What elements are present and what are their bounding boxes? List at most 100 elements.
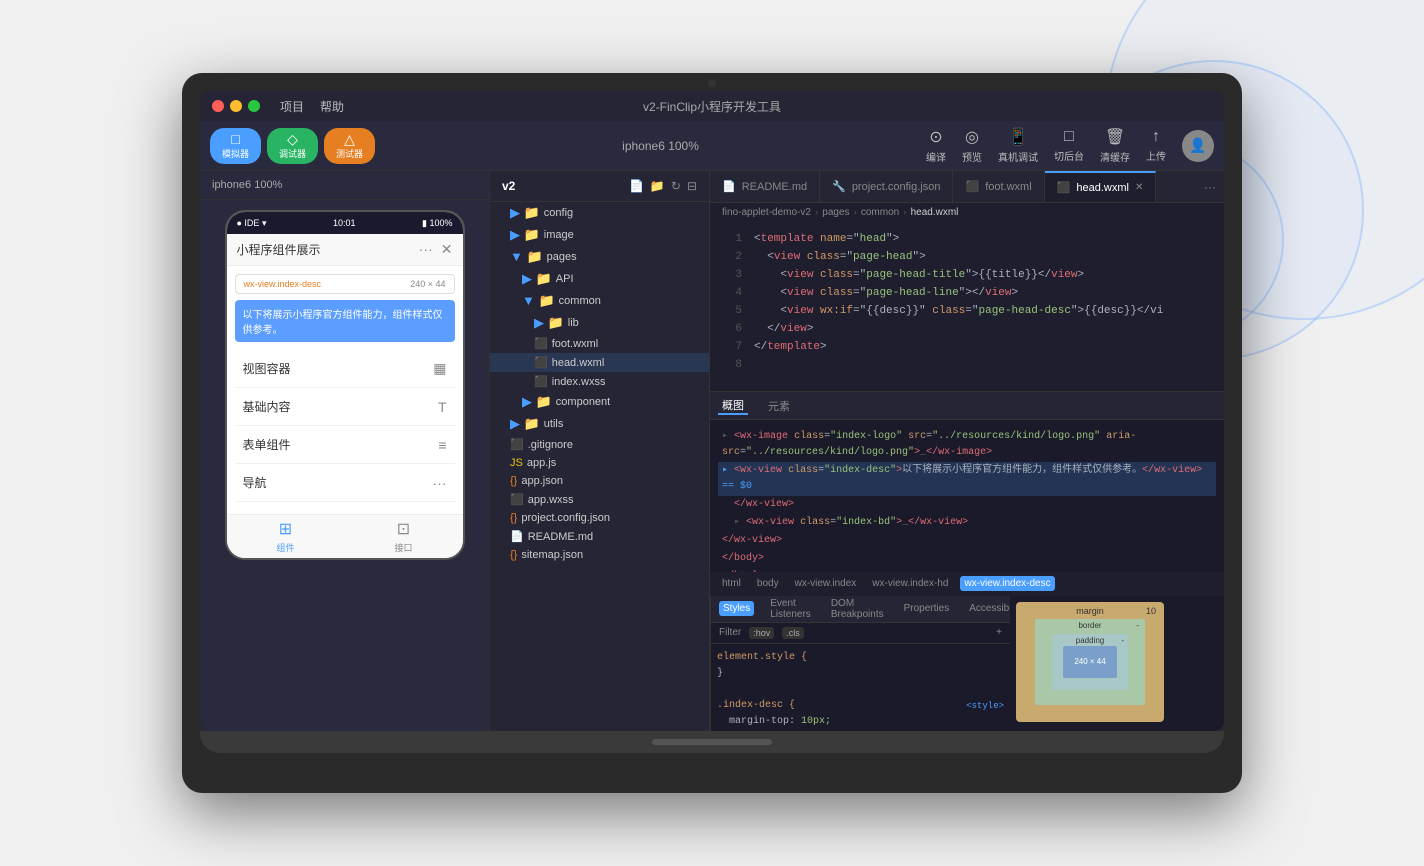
- path-wx-view-index[interactable]: wx-view.index: [791, 576, 861, 591]
- html-tree[interactable]: ▸ <wx-image class="index-logo" src="../r…: [710, 420, 1224, 572]
- action-upload[interactable]: ↑ 上传: [1146, 128, 1166, 163]
- devtools-panel: 概图 元素 ▸ <wx-image class="index-logo" src…: [710, 391, 1224, 731]
- upload-icon: ↑: [1152, 128, 1160, 146]
- code-line-5: 5 <view wx:if="{{desc}}" class="page-hea…: [710, 302, 1224, 320]
- user-avatar[interactable]: 👤: [1182, 130, 1214, 162]
- menu-item-basic-label: 基础内容: [243, 398, 291, 415]
- filter-badge-hov[interactable]: :hov: [749, 627, 774, 639]
- new-folder-icon[interactable]: 📁: [650, 179, 665, 193]
- clear-cache-icon: 🗑: [1105, 127, 1125, 147]
- tab-head-close[interactable]: ✕: [1135, 182, 1143, 193]
- test-button[interactable]: △ 测试器: [324, 128, 375, 164]
- rule-source-link[interactable]: <style>: [966, 698, 1004, 714]
- phone-close-btn[interactable]: ✕: [441, 241, 453, 258]
- breadcrumb-current: head.wxml: [911, 207, 959, 218]
- tree-item-config[interactable]: ▶ 📁 config: [490, 202, 709, 224]
- menu-item-form[interactable]: 表单组件 ≡: [235, 426, 455, 464]
- sp-tab-properties[interactable]: Properties: [900, 601, 954, 616]
- sp-tab-styles[interactable]: Styles: [719, 601, 754, 616]
- folder-icon: ▼ 📁: [510, 249, 543, 265]
- tree-item-sitemap[interactable]: {} sitemap.json: [490, 546, 709, 564]
- code-editor[interactable]: 1 <template name="head"> 2 <view class="…: [710, 222, 1224, 391]
- breadcrumb-common[interactable]: common: [861, 207, 899, 218]
- simulate-button[interactable]: □ 模拟器: [210, 128, 261, 164]
- code-content: <view class="page-head">: [754, 248, 1216, 266]
- maximize-button[interactable]: [248, 100, 260, 112]
- menu-item-nav[interactable]: 导航 ···: [235, 464, 455, 502]
- path-html[interactable]: html: [718, 576, 745, 591]
- tree-item-gitignore[interactable]: ⬛ .gitignore: [490, 435, 709, 454]
- padding-label: padding: [1076, 636, 1104, 645]
- html-line: ▸ <wx-view class="index-bd">_</wx-view>: [718, 514, 1216, 532]
- debug-button[interactable]: ◇ 调试器: [267, 128, 318, 164]
- line-number: 1: [718, 230, 742, 248]
- border-value: -: [1136, 621, 1139, 630]
- tree-item-app-js[interactable]: JS app.js: [490, 454, 709, 472]
- filter-add-button[interactable]: +: [996, 627, 1002, 638]
- tree-item-app-json[interactable]: {} app.json: [490, 472, 709, 490]
- menu-item-view-icon: ▦: [433, 360, 446, 377]
- sp-tab-event-listeners[interactable]: Event Listeners: [766, 596, 815, 622]
- nav-item-components[interactable]: ⊞ 组件: [276, 519, 294, 554]
- new-file-icon[interactable]: 📄: [629, 179, 644, 193]
- menu-bar: 项目 帮助: [280, 98, 344, 115]
- tree-item-config-label: config: [544, 207, 573, 219]
- nav-api-icon: ⊡: [397, 519, 410, 539]
- minimize-button[interactable]: [230, 100, 242, 112]
- tab-foot-wxml[interactable]: ⬛ foot.wxml: [953, 171, 1044, 202]
- tree-item-index-wxss[interactable]: ⬛ index.wxss: [490, 372, 709, 391]
- selected-element-highlight: 以下将展示小程序官方组件能力，组件样式仅供参考。: [235, 300, 455, 342]
- code-line-3: 3 <view class="page-head-title">{{title}…: [710, 266, 1224, 284]
- refresh-icon[interactable]: ↻: [671, 179, 681, 193]
- sp-tab-accessibility[interactable]: Accessibility: [965, 601, 1010, 616]
- tree-item-lib[interactable]: ▶ 📁 lib: [490, 312, 709, 334]
- action-device-debug[interactable]: 📱 真机调试: [998, 127, 1038, 164]
- devtools-tab-overview[interactable]: 概图: [718, 397, 748, 415]
- path-body[interactable]: body: [753, 576, 783, 591]
- tree-item-app-wxss[interactable]: ⬛ app.wxss: [490, 490, 709, 509]
- path-wx-view-index-desc[interactable]: wx-view.index-desc: [960, 576, 1054, 591]
- tree-item-pages[interactable]: ▼ 📁 pages: [490, 246, 709, 268]
- html-line: </body>: [718, 550, 1216, 568]
- action-clear-cache[interactable]: 🗑 清缓存: [1100, 127, 1130, 164]
- more-tabs-button[interactable]: ···: [1196, 180, 1224, 194]
- tree-item-component[interactable]: ▶ 📁 component: [490, 391, 709, 413]
- tree-item-gitignore-label: .gitignore: [528, 439, 573, 451]
- close-button[interactable]: [212, 100, 224, 112]
- folder-icon: ▼ 📁: [522, 293, 555, 309]
- folder-icon: ▶ 📁: [522, 271, 552, 287]
- tree-item-project-config[interactable]: {} project.config.json: [490, 509, 709, 527]
- tree-item-image[interactable]: ▶ 📁 image: [490, 224, 709, 246]
- tree-item-utils[interactable]: ▶ 📁 utils: [490, 413, 709, 435]
- collapse-icon[interactable]: ⊟: [687, 179, 697, 193]
- tree-item-head-wxml[interactable]: ⬛ head.wxml: [490, 353, 709, 372]
- code-content: <view class="page-head-title">{{title}}<…: [754, 266, 1216, 284]
- json-file-icon: {}: [510, 475, 517, 487]
- tree-item-foot-wxml[interactable]: ⬛ foot.wxml: [490, 334, 709, 353]
- phone-menu-dots[interactable]: ···: [419, 241, 433, 258]
- action-background[interactable]: □ 切后台: [1054, 128, 1084, 163]
- breadcrumb-root[interactable]: fino-applet-demo-v2: [722, 207, 811, 218]
- menu-item-help[interactable]: 帮助: [320, 98, 344, 115]
- sp-tab-dom-breakpoints[interactable]: DOM Breakpoints: [827, 596, 888, 622]
- path-wx-view-index-hd[interactable]: wx-view.index-hd: [868, 576, 952, 591]
- devtools-tab-elements[interactable]: 元素: [764, 398, 794, 414]
- menu-item-view-container[interactable]: 视图容器 ▦: [235, 350, 455, 388]
- nav-item-api[interactable]: ⊡ 接口: [394, 519, 412, 554]
- menu-item-basic-content[interactable]: 基础内容 T: [235, 388, 455, 426]
- styles-rules: element.style { } .index-desc { <style> …: [711, 644, 1010, 732]
- tab-head-wxml[interactable]: ⬛ head.wxml ✕: [1045, 171, 1157, 202]
- tree-item-common[interactable]: ▼ 📁 common: [490, 290, 709, 312]
- action-compile[interactable]: ⊙ 编译: [926, 127, 946, 164]
- breadcrumb-pages[interactable]: pages: [822, 207, 849, 218]
- tree-item-api[interactable]: ▶ 📁 API: [490, 268, 709, 290]
- tab-foot-label: foot.wxml: [985, 181, 1031, 193]
- box-model-panel: margin 10 border - padding -: [1010, 596, 1170, 732]
- menu-item-project[interactable]: 项目: [280, 98, 304, 115]
- tree-item-readme[interactable]: 📄 README.md: [490, 527, 709, 546]
- window-controls: [212, 100, 260, 112]
- filter-badge-cls[interactable]: .cls: [782, 627, 804, 639]
- action-preview[interactable]: ◎ 预览: [962, 127, 982, 164]
- tab-project-config[interactable]: 🔧 project.config.json: [820, 171, 953, 202]
- tab-readme[interactable]: 📄 README.md: [710, 171, 820, 202]
